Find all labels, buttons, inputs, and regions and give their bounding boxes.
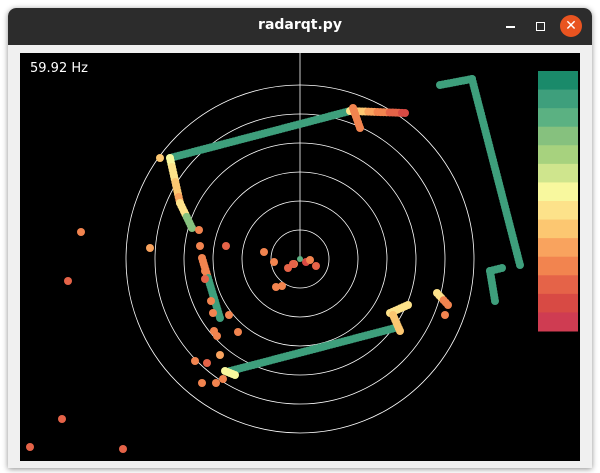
colorbar-swatch xyxy=(538,89,578,109)
scan-point xyxy=(356,124,364,132)
scan-point xyxy=(491,297,499,305)
minimize-icon xyxy=(505,26,515,28)
scan-point xyxy=(222,242,230,250)
scan-point xyxy=(203,359,211,367)
origin-marker xyxy=(297,256,303,262)
scan-point xyxy=(201,275,209,283)
scan-point xyxy=(58,415,66,423)
scan-point xyxy=(195,226,203,234)
colorbar-swatch xyxy=(538,71,578,91)
scan-point xyxy=(77,228,85,236)
scan-point xyxy=(64,277,72,285)
colorbar-swatch xyxy=(538,201,578,221)
radar-canvas: 59.92 Hz xyxy=(20,53,580,461)
scan-point xyxy=(209,309,217,317)
scan-point xyxy=(396,327,404,335)
colorbar-swatch xyxy=(538,182,578,202)
close-icon: ✕ xyxy=(565,18,577,34)
scan-point xyxy=(312,262,320,270)
scan-point xyxy=(516,261,524,269)
scan-point xyxy=(26,443,34,451)
scan-point xyxy=(404,301,412,309)
radar-plot xyxy=(26,53,578,453)
scan-point xyxy=(306,256,314,264)
scan-point xyxy=(444,301,452,309)
maximize-icon xyxy=(535,21,545,31)
fps-readout: 59.92 Hz xyxy=(30,61,88,76)
colorbar-swatch xyxy=(538,293,578,313)
scan-point xyxy=(201,267,209,275)
scan-point xyxy=(212,379,220,387)
maximize-button[interactable] xyxy=(529,15,551,37)
minimize-button[interactable] xyxy=(499,15,521,37)
colorbar-swatch xyxy=(538,126,578,146)
scan-point xyxy=(146,244,154,252)
scan-point xyxy=(198,379,206,387)
scan-point xyxy=(270,258,278,266)
colorbar-swatch xyxy=(538,145,578,165)
app-window: radarqt.py ✕ 59.92 Hz xyxy=(8,8,592,468)
title-bar[interactable]: radarqt.py ✕ xyxy=(8,8,592,45)
scan-point xyxy=(289,260,297,268)
scan-point xyxy=(216,314,224,322)
scan-point xyxy=(216,351,224,359)
scan-point xyxy=(225,311,233,319)
close-button[interactable]: ✕ xyxy=(560,15,582,37)
scan-point xyxy=(156,154,164,162)
scan-point xyxy=(207,297,215,305)
scan-point xyxy=(272,283,280,291)
scan-point xyxy=(196,242,204,250)
scan-point xyxy=(498,264,506,272)
scan-point xyxy=(234,328,242,336)
colorbar-swatch xyxy=(538,108,578,128)
scan-point xyxy=(119,445,127,453)
scan-point xyxy=(231,371,239,379)
scan-point xyxy=(219,375,227,383)
scan-point xyxy=(188,224,196,232)
colorbar-swatch xyxy=(538,256,578,276)
scan-point xyxy=(260,248,268,256)
colorbar-swatch xyxy=(538,219,578,239)
colorbar-swatch xyxy=(538,163,578,183)
scan-point xyxy=(441,311,449,319)
scan-point xyxy=(213,332,221,340)
colorbar-swatch xyxy=(538,312,578,332)
scan-point xyxy=(191,357,199,365)
colorbar-swatch xyxy=(538,238,578,258)
colorbar-swatch xyxy=(538,275,578,295)
scan-point xyxy=(401,109,409,117)
